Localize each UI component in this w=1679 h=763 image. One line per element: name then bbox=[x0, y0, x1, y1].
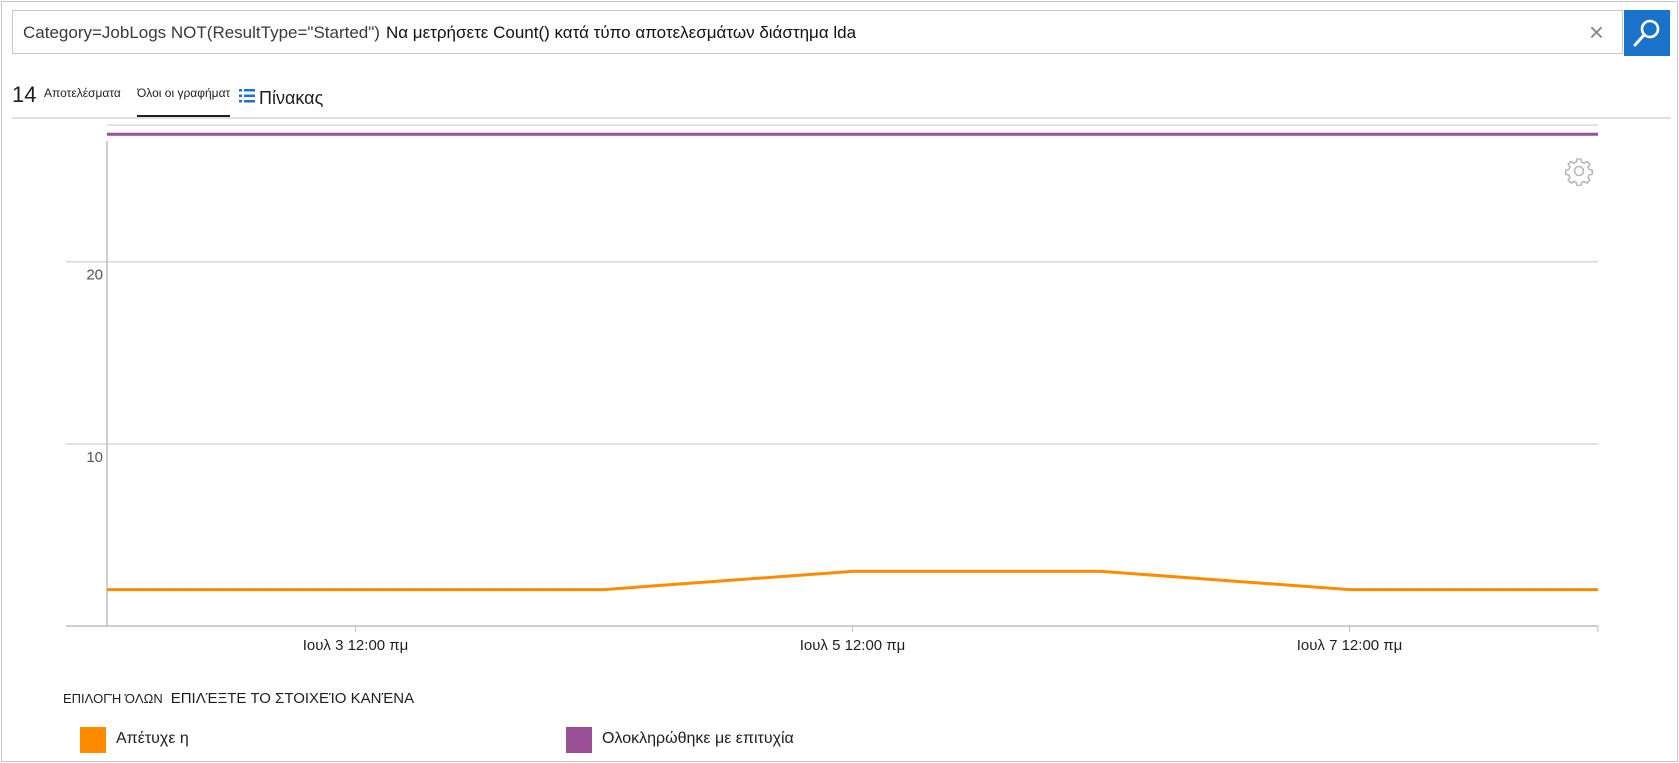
legend-swatch-completed bbox=[566, 727, 592, 753]
series-line-0 bbox=[107, 569, 1598, 592]
legend-label-failed: Απέτυχε η bbox=[116, 730, 189, 747]
y-tick-label: 20 bbox=[86, 267, 103, 284]
x-tick-label: Ιουλ 3 12:00 πμ bbox=[303, 637, 409, 654]
legend-label-completed: Ολοκληρώθηκε με επιτυχία bbox=[602, 730, 794, 747]
x-tick-label: Ιουλ 7 12:00 πμ bbox=[1297, 637, 1403, 654]
x-tick-label: Ιουλ 5 12:00 πμ bbox=[800, 637, 906, 654]
legend-swatch-failed bbox=[80, 727, 106, 753]
y-tick-label: 10 bbox=[86, 449, 103, 466]
select-all-link[interactable]: ΕΠΙΛΟΓΉ ΌΛΩΝ bbox=[63, 691, 163, 706]
select-none-link[interactable]: ΕΠΙΛΈΞΤΕ ΤΟ ΣΤΟΙΧΕΊΟ ΚΑΝΈΝΑ bbox=[171, 690, 414, 707]
gear-icon[interactable] bbox=[1564, 156, 1594, 186]
line-chart: 10 20 Ιουλ 3 12:00 πμ Ιουλ 5 12:00 πμ Ιουλ 7… bbox=[66, 124, 1599, 654]
legend-actions: ΕΠΙΛΟΓΉ ΌΛΩΝ ΕΠΙΛΈΞΤΕ ΤΟ ΣΤΟΙΧΕΊΟ ΚΑΝΈΝΑ bbox=[63, 690, 414, 708]
